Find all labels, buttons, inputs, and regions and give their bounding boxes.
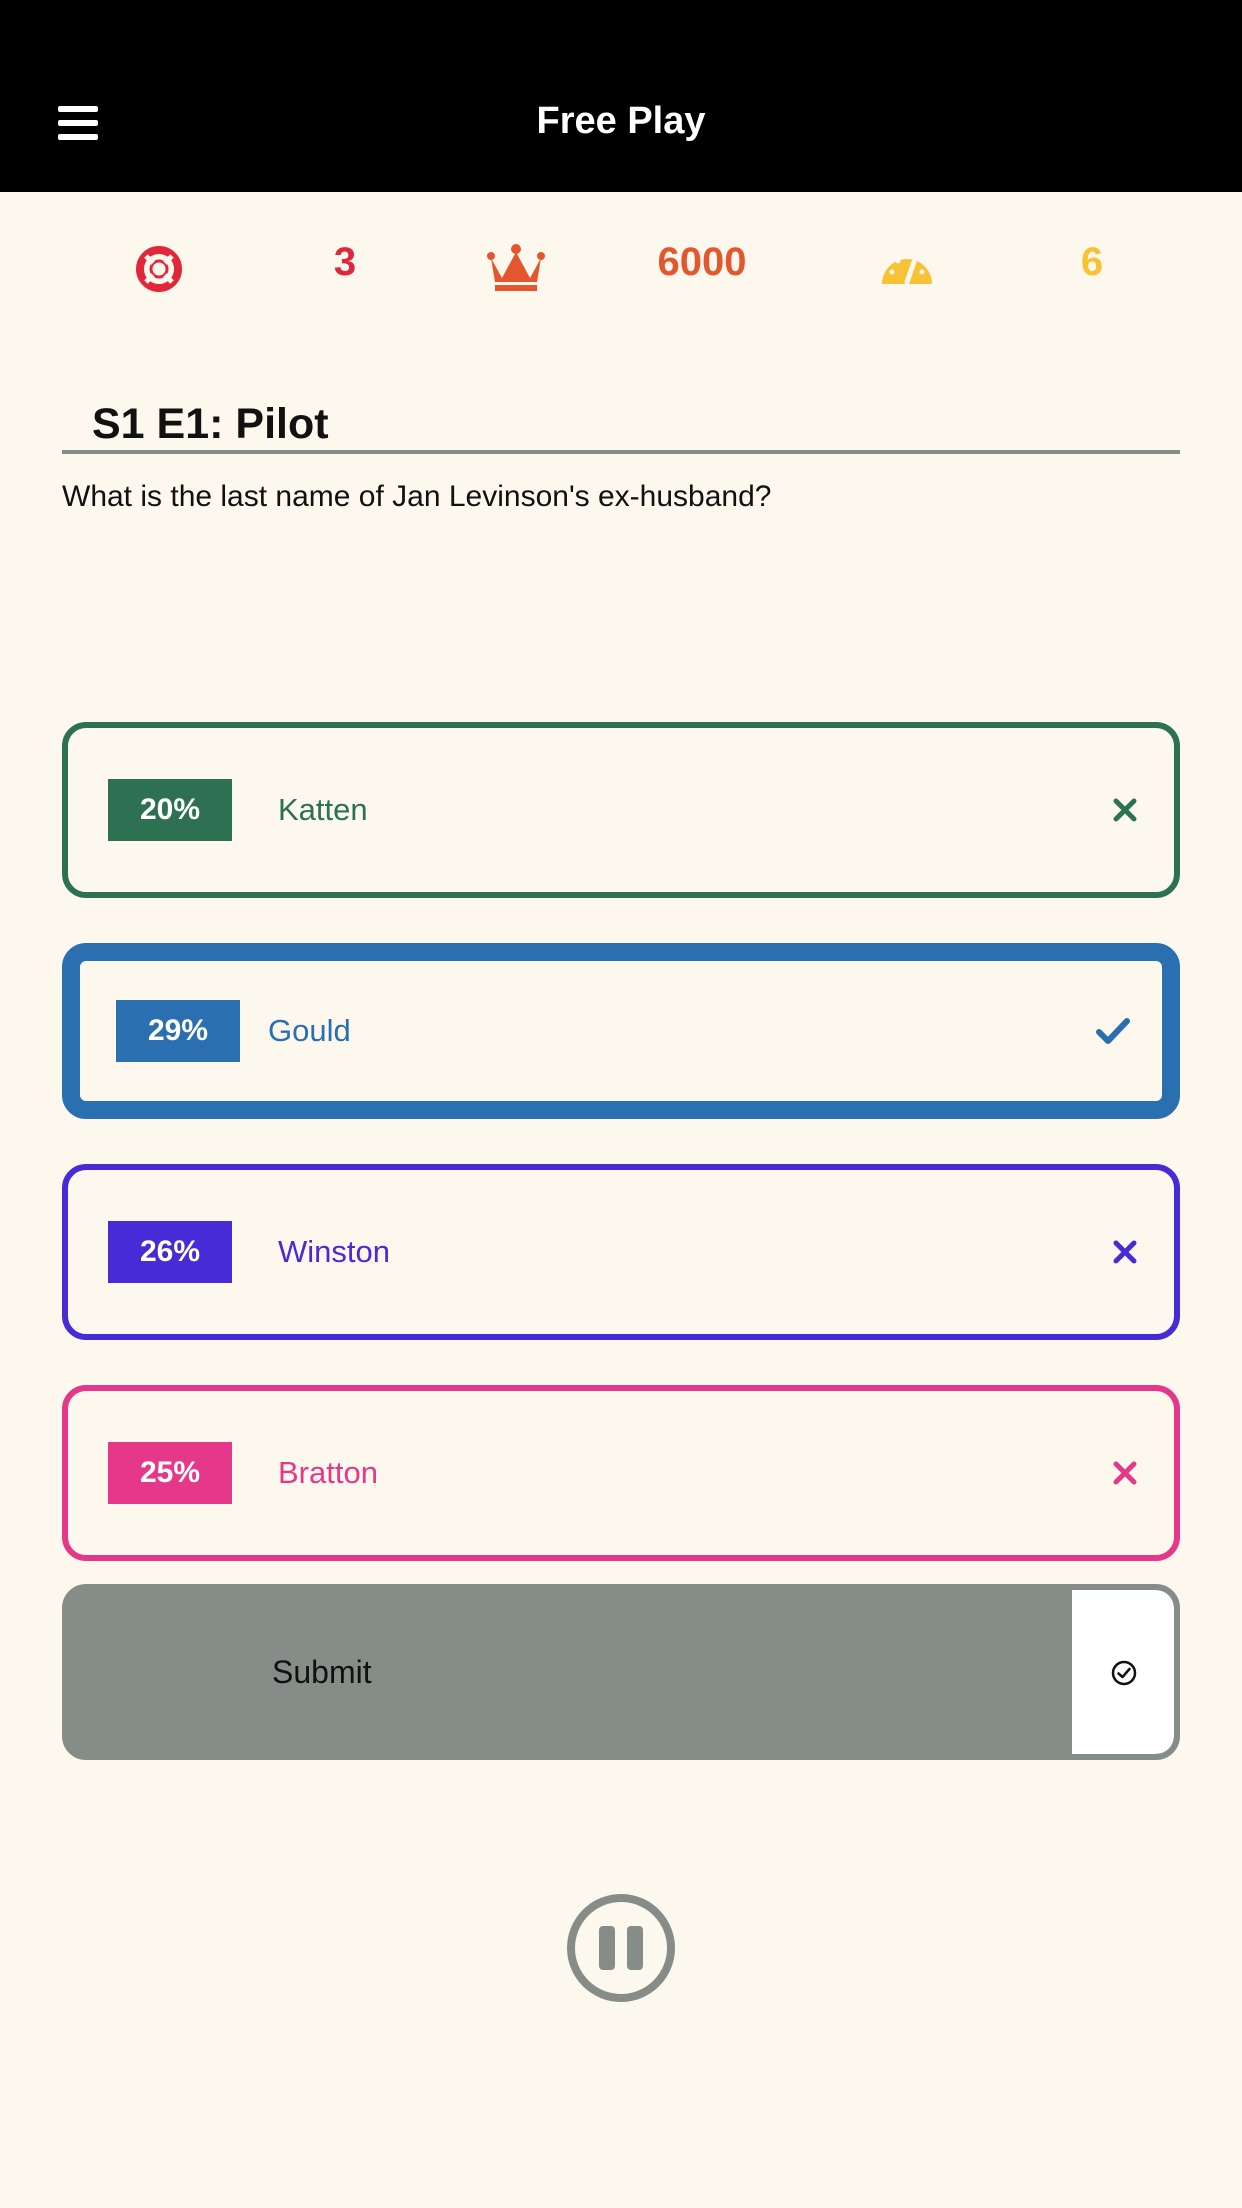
answer-percent-badge: 26% — [108, 1221, 232, 1283]
lifebuoy-icon — [136, 246, 182, 292]
submit-button[interactable]: Submit — [62, 1584, 1180, 1760]
crown-icon — [487, 244, 545, 291]
submit-check-box — [1072, 1590, 1174, 1754]
submit-label: Submit — [272, 1654, 372, 1690]
answer-label: Katten — [278, 792, 368, 827]
top-app-bar: Free Play — [0, 0, 1242, 192]
speedometer-icon — [882, 258, 932, 285]
question-text: What is the last name of Jan Levinson's … — [62, 480, 772, 513]
answer-label: Gould — [268, 1013, 351, 1048]
cross-icon — [1113, 798, 1137, 822]
answer-label: Bratton — [278, 1455, 378, 1490]
answer-option-winston[interactable]: 26% Winston — [62, 1164, 1180, 1340]
pause-icon[interactable] — [565, 1892, 677, 2004]
title-divider — [62, 450, 1180, 454]
speed-value: 6 — [1080, 240, 1104, 284]
answer-label: Winston — [278, 1234, 390, 1269]
answer-option-gould[interactable]: 29% Gould — [62, 943, 1180, 1119]
circle-check-icon — [1111, 1660, 1137, 1686]
cross-icon — [1113, 1240, 1137, 1264]
stats-bar: 3 6000 6 — [0, 232, 1242, 312]
answer-percent-badge: 25% — [108, 1442, 232, 1504]
answer-option-katten[interactable]: 20% Katten — [62, 722, 1180, 898]
cross-icon — [1113, 1461, 1137, 1485]
score-value: 6000 — [657, 240, 747, 284]
lives-count: 3 — [333, 240, 357, 284]
page-title: Free Play — [536, 100, 706, 142]
answer-percent-badge: 29% — [116, 1000, 240, 1062]
checkmark-icon — [1096, 1018, 1130, 1044]
answer-option-bratton[interactable]: 25% Bratton — [62, 1385, 1180, 1561]
answer-percent-badge: 20% — [108, 779, 232, 841]
episode-title: S1 E1: Pilot — [92, 400, 329, 448]
